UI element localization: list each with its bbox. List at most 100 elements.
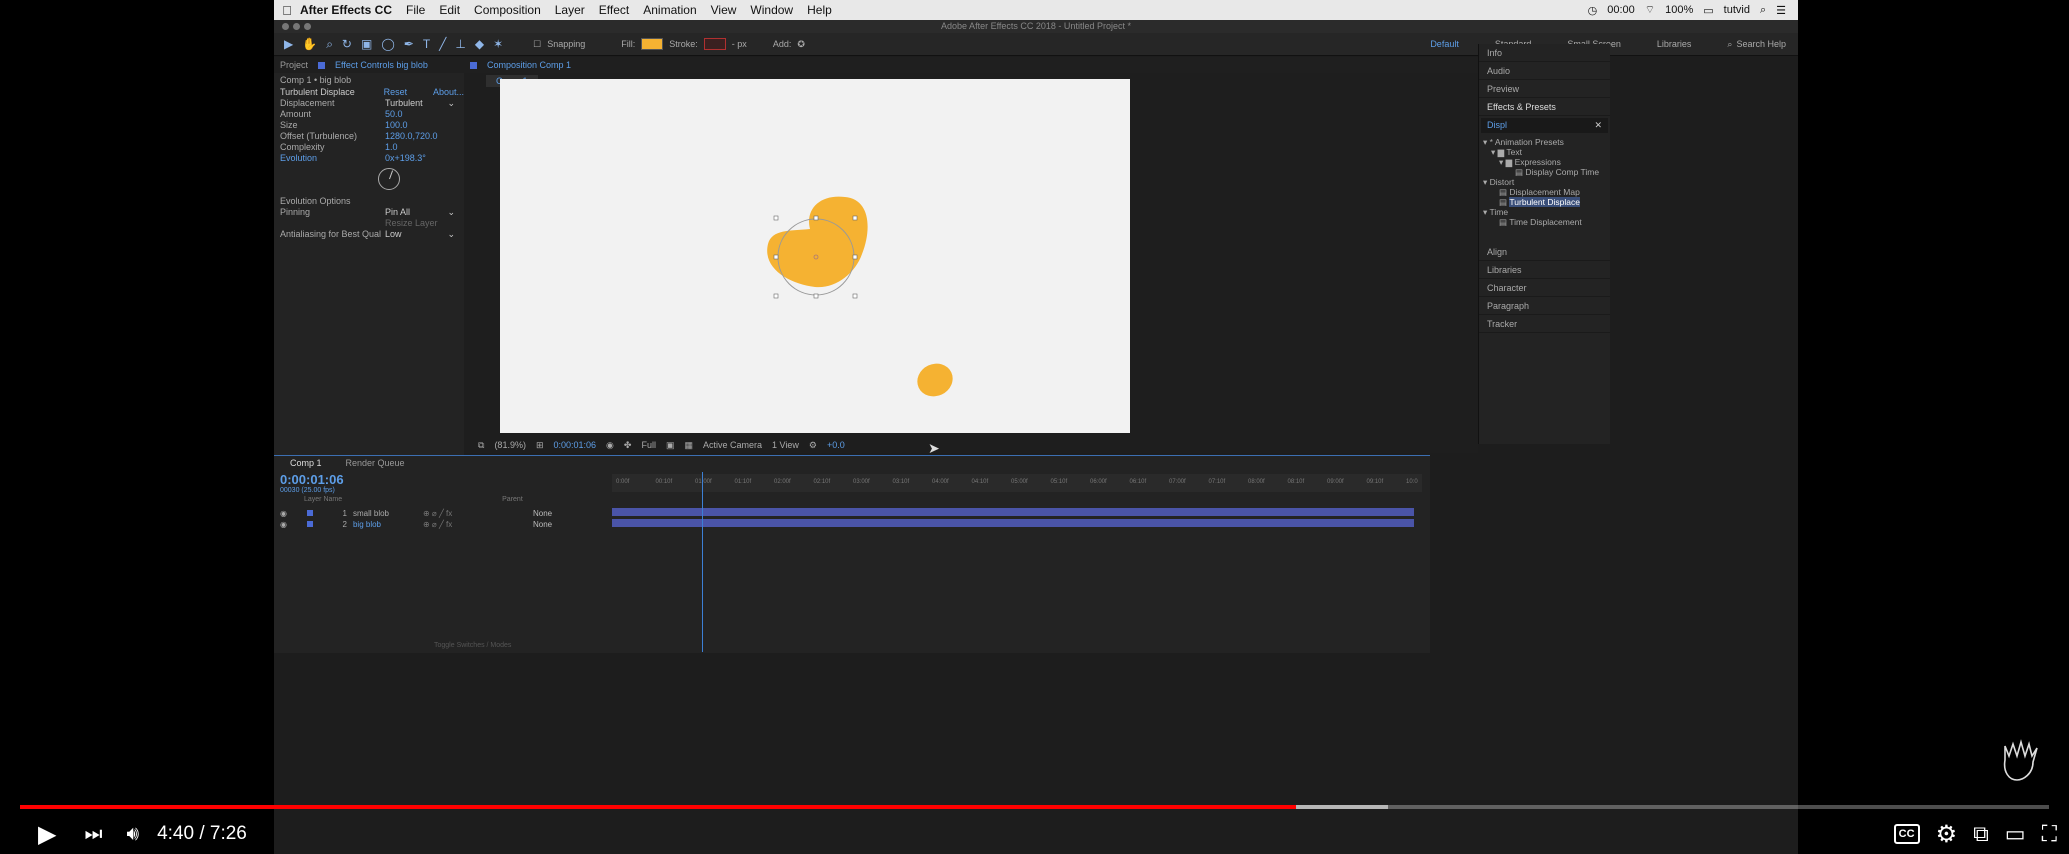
pen-tool-icon[interactable]: ✒: [404, 37, 414, 52]
zoom-tool-icon[interactable]: ⌕: [326, 37, 333, 52]
tree-item[interactable]: ▾ ▆ Expressions: [1483, 157, 1606, 167]
panel-align[interactable]: Align: [1479, 243, 1610, 261]
current-time-indicator[interactable]: [702, 472, 703, 652]
region-icon[interactable]: ▣: [666, 440, 675, 451]
zoom-window-icon[interactable]: [304, 23, 311, 30]
rotate-tool-icon[interactable]: ↻: [342, 37, 352, 52]
hand-tool-icon[interactable]: ✋: [302, 37, 317, 52]
menu-app-name[interactable]: After Effects CC: [300, 3, 392, 17]
next-icon[interactable]: ⏭: [84, 818, 102, 850]
tree-item[interactable]: ▾ ▆ Text: [1483, 147, 1606, 157]
theater-mode-icon[interactable]: ▭: [2005, 818, 2026, 850]
miniplayer-icon[interactable]: ⧉: [1973, 818, 1989, 850]
layer-duration-bar[interactable]: [612, 508, 1414, 516]
video-played-bar[interactable]: [20, 805, 1297, 809]
panel-character[interactable]: Character: [1479, 279, 1610, 297]
camera-tool-icon[interactable]: ▣: [361, 37, 372, 52]
timecode-display[interactable]: 0:00:01:06: [554, 440, 597, 450]
render-options-icon[interactable]: ⚙: [809, 440, 817, 451]
exposure-value[interactable]: +0.0: [827, 440, 845, 450]
puppet-tool-icon[interactable]: ✶: [493, 37, 503, 52]
effects-search-field[interactable]: Displ ✕: [1481, 118, 1608, 133]
panel-info[interactable]: Info: [1479, 44, 1610, 62]
evolution-options-row[interactable]: Evolution Options: [274, 196, 464, 207]
clock-icon[interactable]: ◷: [1588, 4, 1598, 17]
composition-viewer[interactable]: [500, 79, 1130, 433]
eraser-tool-icon[interactable]: ◆: [475, 37, 484, 52]
menu-window[interactable]: Window: [750, 3, 793, 17]
menu-view[interactable]: View: [711, 3, 737, 17]
type-tool-icon[interactable]: T: [423, 37, 430, 52]
menu-edit[interactable]: Edit: [439, 3, 460, 17]
wifi-icon[interactable]: ⌔: [1645, 3, 1655, 17]
layer-name[interactable]: small blob: [353, 509, 423, 518]
menu-animation[interactable]: Animation: [643, 3, 696, 17]
stamp-tool-icon[interactable]: ⊥: [455, 37, 465, 52]
amount-value[interactable]: 50.0: [385, 109, 403, 120]
play-icon[interactable]: ▶: [38, 818, 56, 850]
notification-icon[interactable]: ☰: [1776, 4, 1786, 17]
offset-value[interactable]: 1280.0,720.0: [385, 131, 438, 142]
view-layout-dropdown[interactable]: 1 View: [772, 440, 799, 450]
always-preview-icon[interactable]: ⧉: [478, 440, 484, 451]
fullscreen-icon[interactable]: ⛶: [2042, 818, 2057, 850]
close-window-icon[interactable]: [282, 23, 289, 30]
tree-item[interactable]: ▤ Time Displacement: [1483, 217, 1606, 227]
workspace-default[interactable]: Default: [1430, 39, 1459, 49]
resize-layer-checkbox[interactable]: Resize Layer: [385, 218, 438, 229]
add-icon[interactable]: ✪: [797, 39, 805, 50]
tab-timeline-comp[interactable]: Comp 1: [290, 458, 322, 468]
size-value[interactable]: 100.0: [385, 120, 408, 131]
label-color-icon[interactable]: [306, 510, 313, 516]
resolution-dropdown[interactable]: Full: [641, 440, 656, 450]
transparency-icon[interactable]: ▦: [684, 440, 693, 451]
evolution-dial[interactable]: [378, 168, 400, 190]
pinning-dropdown[interactable]: Pin All ⌄: [385, 207, 455, 218]
layer-switches[interactable]: ⊕ ⌀ ╱ fx: [423, 509, 533, 518]
tab-render-queue[interactable]: Render Queue: [346, 458, 405, 468]
minimize-window-icon[interactable]: [293, 23, 300, 30]
search-help-field[interactable]: Search Help: [1736, 39, 1786, 49]
camera-dropdown[interactable]: Active Camera: [703, 440, 762, 450]
tree-item[interactable]: ▾ Distort: [1483, 177, 1606, 187]
layer-duration-bar[interactable]: [612, 519, 1414, 527]
menu-help[interactable]: Help: [807, 3, 832, 17]
menubar-user[interactable]: tutvid: [1724, 4, 1750, 16]
timeline-layer-row[interactable]: ◉ 1 small blob ⊕ ⌀ ╱ fx None: [274, 508, 614, 518]
menu-effect[interactable]: Effect: [599, 3, 629, 17]
stroke-swatch[interactable]: [703, 38, 726, 50]
layer-switches[interactable]: ⊕ ⌀ ╱ fx: [423, 520, 533, 529]
settings-icon[interactable]: ⚙: [1936, 818, 1958, 850]
complexity-value[interactable]: 1.0: [385, 142, 398, 153]
time-ruler[interactable]: 0:00f 00:10f 01:00f 01:10f 02:00f 02:10f 03:00…: [612, 474, 1422, 492]
battery-icon[interactable]: ▭: [1703, 4, 1713, 17]
panel-effects-presets[interactable]: Effects & Presets: [1479, 98, 1610, 116]
tab-project[interactable]: Project: [280, 60, 308, 70]
evolution-value[interactable]: 0x+198.3°: [385, 153, 426, 164]
tab-effect-controls[interactable]: Effect Controls big blob: [335, 60, 428, 70]
timeline-layer-row[interactable]: ◉ 2 big blob ⊕ ⌀ ╱ fx None: [274, 519, 614, 529]
tree-item[interactable]: ▾ Time: [1483, 207, 1606, 217]
parent-dropdown[interactable]: None: [533, 509, 552, 518]
menu-file[interactable]: File: [406, 3, 425, 17]
menu-composition[interactable]: Composition: [474, 3, 541, 17]
panel-tracker[interactable]: Tracker: [1479, 315, 1610, 333]
effects-search-value[interactable]: Displ: [1487, 120, 1507, 131]
snapping-checkbox[interactable]: ☐: [533, 39, 541, 50]
effect-name[interactable]: Turbulent Displace: [280, 87, 384, 98]
selection-tool-icon[interactable]: ▶: [284, 37, 293, 52]
parent-dropdown[interactable]: None: [533, 520, 552, 529]
channel-watermark-icon[interactable]: [1997, 738, 2041, 784]
grid-icon[interactable]: ⊞: [536, 440, 544, 451]
tree-item[interactable]: ▤ Turbulent Displace: [1483, 197, 1606, 207]
workspace-libraries[interactable]: Libraries: [1657, 39, 1692, 49]
antialias-dropdown[interactable]: Low ⌄: [385, 229, 455, 240]
menu-layer[interactable]: Layer: [555, 3, 585, 17]
toggle-switches-modes[interactable]: Toggle Switches / Modes: [434, 642, 511, 649]
timeline-timecode[interactable]: 0:00:01:06: [280, 472, 344, 487]
stroke-width[interactable]: - px: [732, 39, 747, 49]
panel-preview[interactable]: Preview: [1479, 80, 1610, 98]
about-link[interactable]: About...: [433, 87, 464, 98]
panel-paragraph[interactable]: Paragraph: [1479, 297, 1610, 315]
layer-name[interactable]: big blob: [353, 520, 423, 529]
